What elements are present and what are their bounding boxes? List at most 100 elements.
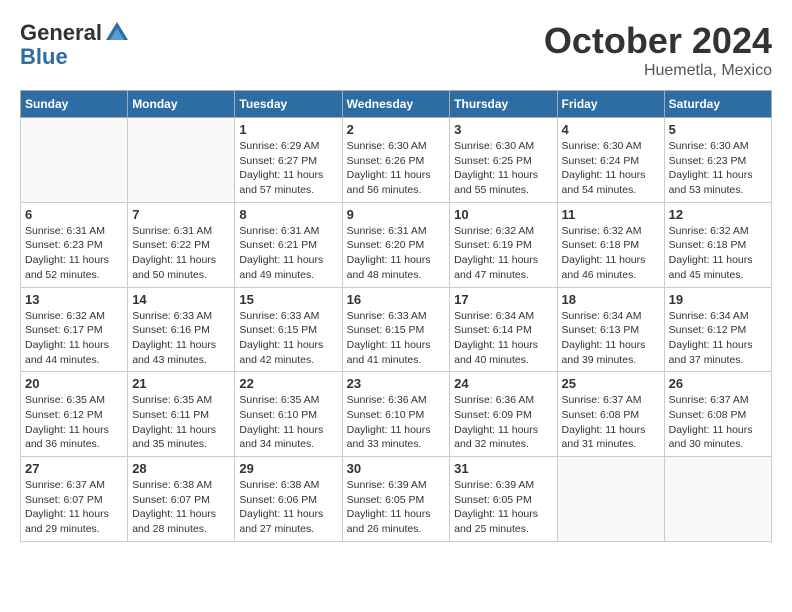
day-number: 22 — [239, 376, 337, 391]
calendar-week-row: 27 Sunrise: 6:37 AMSunset: 6:07 PMDayligh… — [21, 457, 772, 542]
calendar-day-cell: 3 Sunrise: 6:30 AMSunset: 6:25 PMDaylight… — [450, 118, 557, 203]
day-info: Sunrise: 6:32 AMSunset: 6:18 PMDaylight:… — [669, 224, 767, 283]
day-info: Sunrise: 6:37 AMSunset: 6:07 PMDaylight:… — [25, 478, 123, 537]
day-number: 1 — [239, 122, 337, 137]
day-info: Sunrise: 6:32 AMSunset: 6:17 PMDaylight:… — [25, 309, 123, 368]
day-number: 25 — [562, 376, 660, 391]
day-number: 3 — [454, 122, 552, 137]
day-number: 2 — [347, 122, 446, 137]
day-number: 29 — [239, 461, 337, 476]
calendar-day-cell: 15 Sunrise: 6:33 AMSunset: 6:15 PMDayligh… — [235, 287, 342, 372]
day-number: 16 — [347, 292, 446, 307]
header-sunday: Sunday — [21, 91, 128, 118]
calendar-day-cell: 1 Sunrise: 6:29 AMSunset: 6:27 PMDaylight… — [235, 118, 342, 203]
day-info: Sunrise: 6:33 AMSunset: 6:15 PMDaylight:… — [239, 309, 337, 368]
calendar-day-cell: 28Sunrise: 6:38 AMSunset: 6:07 PMDayligh… — [128, 457, 235, 542]
day-number: 30 — [347, 461, 446, 476]
calendar-day-cell — [21, 118, 128, 203]
logo-blue-text: Blue — [20, 46, 130, 68]
calendar-day-cell: 14 Sunrise: 6:33 AMSunset: 6:16 PMDayligh… — [128, 287, 235, 372]
day-info: Sunrise: 6:32 AMSunset: 6:19 PMDaylight:… — [454, 224, 552, 283]
calendar-day-cell: 8 Sunrise: 6:31 AMSunset: 6:21 PMDaylight… — [235, 202, 342, 287]
day-info: Sunrise: 6:32 AMSunset: 6:18 PMDaylight:… — [562, 224, 660, 283]
day-number: 31 — [454, 461, 552, 476]
calendar-day-cell: 20 Sunrise: 6:35 AMSunset: 6:12 PMDayligh… — [21, 372, 128, 457]
day-number: 10 — [454, 207, 552, 222]
day-number: 12 — [669, 207, 767, 222]
day-info: Sunrise: 6:31 AMSunset: 6:21 PMDaylight:… — [239, 224, 337, 283]
day-info: Sunrise: 6:37 AMSunset: 6:08 PMDaylight:… — [669, 393, 767, 452]
calendar-day-cell: 30 Sunrise: 6:39 AMSunset: 6:05 PMDayligh… — [342, 457, 450, 542]
day-info: Sunrise: 6:30 AMSunset: 6:24 PMDaylight:… — [562, 139, 660, 198]
day-info: Sunrise: 6:30 AMSunset: 6:25 PMDaylight:… — [454, 139, 552, 198]
day-number: 6 — [25, 207, 123, 222]
calendar-day-cell: 29 Sunrise: 6:38 AMSunset: 6:06 PMDayligh… — [235, 457, 342, 542]
header-wednesday: Wednesday — [342, 91, 450, 118]
calendar-day-cell: 27 Sunrise: 6:37 AMSunset: 6:07 PMDayligh… — [21, 457, 128, 542]
header-thursday: Thursday — [450, 91, 557, 118]
day-number: 13 — [25, 292, 123, 307]
day-info: Sunrise: 6:30 AMSunset: 6:23 PMDaylight:… — [669, 139, 767, 198]
day-info: Sunrise: 6:38 AMSunset: 6:06 PMDaylight:… — [239, 478, 337, 537]
day-info: Sunrise: 6:31 AMSunset: 6:20 PMDaylight:… — [347, 224, 446, 283]
calendar-day-cell: 13 Sunrise: 6:32 AMSunset: 6:17 PMDayligh… — [21, 287, 128, 372]
day-info: Sunrise: 6:36 AMSunset: 6:09 PMDaylight:… — [454, 393, 552, 452]
calendar-day-cell: 21Sunrise: 6:35 AMSunset: 6:11 PMDayligh… — [128, 372, 235, 457]
calendar-day-cell: 26 Sunrise: 6:37 AMSunset: 6:08 PMDayligh… — [664, 372, 771, 457]
calendar-day-cell: 12 Sunrise: 6:32 AMSunset: 6:18 PMDayligh… — [664, 202, 771, 287]
calendar-header-row: Sunday Monday Tuesday Wednesday Thursday… — [21, 91, 772, 118]
day-info: Sunrise: 6:34 AMSunset: 6:12 PMDaylight:… — [669, 309, 767, 368]
calendar-day-cell: 22 Sunrise: 6:35 AMSunset: 6:10 PMDayligh… — [235, 372, 342, 457]
day-number: 15 — [239, 292, 337, 307]
month-title: October 2024 — [544, 20, 772, 62]
calendar-week-row: 13 Sunrise: 6:32 AMSunset: 6:17 PMDayligh… — [21, 287, 772, 372]
calendar-day-cell: 10 Sunrise: 6:32 AMSunset: 6:19 PMDayligh… — [450, 202, 557, 287]
calendar-day-cell: 25 Sunrise: 6:37 AMSunset: 6:08 PMDayligh… — [557, 372, 664, 457]
day-info: Sunrise: 6:35 AMSunset: 6:12 PMDaylight:… — [25, 393, 123, 452]
calendar-day-cell: 11 Sunrise: 6:32 AMSunset: 6:18 PMDayligh… — [557, 202, 664, 287]
header-monday: Monday — [128, 91, 235, 118]
day-number: 20 — [25, 376, 123, 391]
calendar-day-cell: 24 Sunrise: 6:36 AMSunset: 6:09 PMDayligh… — [450, 372, 557, 457]
calendar-day-cell: 19Sunrise: 6:34 AMSunset: 6:12 PMDayligh… — [664, 287, 771, 372]
day-number: 7 — [132, 207, 230, 222]
day-info: Sunrise: 6:39 AMSunset: 6:05 PMDaylight:… — [454, 478, 552, 537]
page-header: General Blue October 2024 Huemetla, Mexi… — [20, 20, 772, 80]
day-number: 11 — [562, 207, 660, 222]
calendar-day-cell: 17 Sunrise: 6:34 AMSunset: 6:14 PMDayligh… — [450, 287, 557, 372]
day-info: Sunrise: 6:35 AMSunset: 6:10 PMDaylight:… — [239, 393, 337, 452]
day-info: Sunrise: 6:37 AMSunset: 6:08 PMDaylight:… — [562, 393, 660, 452]
header-saturday: Saturday — [664, 91, 771, 118]
day-number: 24 — [454, 376, 552, 391]
logo-icon — [104, 20, 130, 46]
day-info: Sunrise: 6:31 AMSunset: 6:22 PMDaylight:… — [132, 224, 230, 283]
calendar-week-row: 20 Sunrise: 6:35 AMSunset: 6:12 PMDayligh… — [21, 372, 772, 457]
day-number: 9 — [347, 207, 446, 222]
calendar-day-cell: 18 Sunrise: 6:34 AMSunset: 6:13 PMDayligh… — [557, 287, 664, 372]
day-number: 26 — [669, 376, 767, 391]
day-info: Sunrise: 6:34 AMSunset: 6:13 PMDaylight:… — [562, 309, 660, 368]
header-friday: Friday — [557, 91, 664, 118]
day-info: Sunrise: 6:29 AMSunset: 6:27 PMDaylight:… — [239, 139, 337, 198]
calendar-day-cell: 31 Sunrise: 6:39 AMSunset: 6:05 PMDayligh… — [450, 457, 557, 542]
calendar-day-cell: 6Sunrise: 6:31 AMSunset: 6:23 PMDaylight… — [21, 202, 128, 287]
day-number: 18 — [562, 292, 660, 307]
day-info: Sunrise: 6:33 AMSunset: 6:16 PMDaylight:… — [132, 309, 230, 368]
day-info: Sunrise: 6:30 AMSunset: 6:26 PMDaylight:… — [347, 139, 446, 198]
day-number: 8 — [239, 207, 337, 222]
day-number: 27 — [25, 461, 123, 476]
calendar-day-cell — [664, 457, 771, 542]
calendar-table: Sunday Monday Tuesday Wednesday Thursday… — [20, 90, 772, 542]
logo-general-text: General — [20, 20, 102, 46]
day-info: Sunrise: 6:33 AMSunset: 6:15 PMDaylight:… — [347, 309, 446, 368]
day-info: Sunrise: 6:34 AMSunset: 6:14 PMDaylight:… — [454, 309, 552, 368]
calendar-day-cell — [557, 457, 664, 542]
calendar-day-cell: 5Sunrise: 6:30 AMSunset: 6:23 PMDaylight… — [664, 118, 771, 203]
calendar-week-row: 6Sunrise: 6:31 AMSunset: 6:23 PMDaylight… — [21, 202, 772, 287]
header-tuesday: Tuesday — [235, 91, 342, 118]
day-info: Sunrise: 6:39 AMSunset: 6:05 PMDaylight:… — [347, 478, 446, 537]
day-number: 14 — [132, 292, 230, 307]
calendar-day-cell — [128, 118, 235, 203]
day-info: Sunrise: 6:38 AMSunset: 6:07 PMDaylight:… — [132, 478, 230, 537]
day-number: 17 — [454, 292, 552, 307]
